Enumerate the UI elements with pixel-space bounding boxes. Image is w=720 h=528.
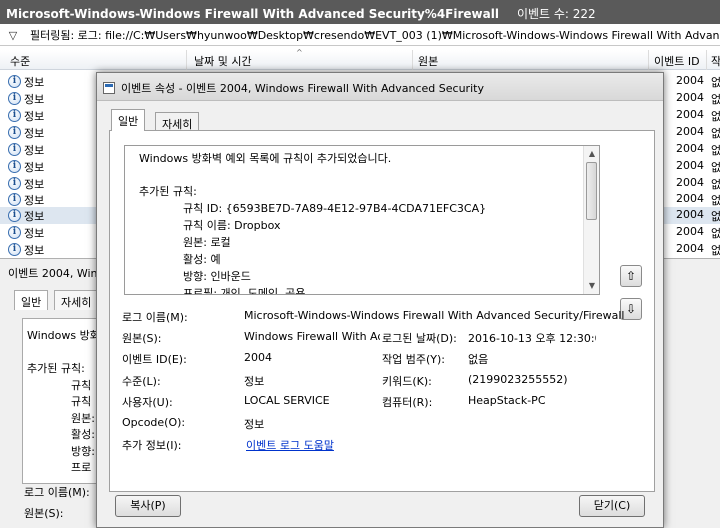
filter-text: 필터링됨: 로그: file://C:₩Users₩hyunwoo₩Deskto… bbox=[30, 29, 720, 42]
event-id-label: 이벤트 ID(E): bbox=[122, 353, 187, 366]
info-icon: i bbox=[8, 160, 21, 173]
bg-log-name-label: 로그 이름(M): bbox=[24, 486, 90, 499]
task-category-value[interactable]: 없음 bbox=[468, 351, 488, 367]
event-properties-dialog: 이벤트 속성 - 이벤트 2004, Windows Firewall With… bbox=[96, 72, 664, 528]
log-title: Microsoft-Windows-Windows Firewall With … bbox=[6, 7, 499, 21]
info-icon: i bbox=[8, 193, 21, 206]
dialog-title: 이벤트 속성 - 이벤트 2004, Windows Firewall With… bbox=[121, 82, 484, 95]
sort-arrow-icon: ^ bbox=[296, 48, 303, 57]
column-task[interactable]: 작 bbox=[711, 53, 720, 69]
keywords-label: 키워드(K): bbox=[382, 375, 432, 388]
tab-details-bg[interactable]: 자세히 bbox=[54, 290, 99, 310]
info-icon: i bbox=[8, 109, 21, 122]
info-icon: i bbox=[8, 243, 21, 256]
event-count: 이벤트 수: 222 bbox=[516, 7, 596, 21]
column-date[interactable]: 날짜 및 시간 bbox=[194, 53, 252, 69]
event-log-help-link[interactable]: 이벤트 로그 도움말 bbox=[246, 437, 334, 453]
info-icon: i bbox=[8, 177, 21, 190]
event-list-header: 수준 날짜 및 시간 ^ 원본 이벤트 ID 작 bbox=[0, 48, 720, 70]
event-viewer-icon bbox=[103, 82, 115, 94]
tab-general[interactable]: 일반 bbox=[111, 109, 146, 131]
copy-button[interactable]: 복사(P) bbox=[115, 495, 181, 517]
column-event-id[interactable]: 이벤트 ID bbox=[654, 53, 700, 69]
column-source[interactable]: 원본 bbox=[418, 53, 438, 69]
more-info-label: 추가 정보(I): bbox=[122, 439, 182, 452]
description-box[interactable]: Windows 방화벽 예외 목록에 규칙이 추가되었습니다. 추가된 규칙: … bbox=[124, 145, 600, 295]
general-panel: Windows 방화벽 예외 목록에 규칙이 추가되었습니다. 추가된 규칙: … bbox=[109, 130, 655, 492]
filter-bar: ▽ 필터링됨: 로그: file://C:₩Users₩hyunwoo₩Deskt… bbox=[0, 24, 720, 46]
log-name-value[interactable]: Microsoft-Windows-Windows Firewall With … bbox=[244, 309, 624, 322]
scroll-down-icon[interactable]: ▼ bbox=[584, 278, 599, 294]
info-icon: i bbox=[8, 143, 21, 156]
source-label: 원본(S): bbox=[122, 332, 162, 345]
bg-source-label: 원본(S): bbox=[24, 507, 64, 520]
filter-icon: ▽ bbox=[8, 29, 18, 42]
preview-title: 이벤트 2004, Wind bbox=[8, 267, 105, 280]
logged-label: 로그된 날짜(D): bbox=[382, 332, 457, 345]
task-category-label: 작업 범주(Y): bbox=[382, 353, 445, 366]
tab-details[interactable]: 자세히 bbox=[155, 112, 200, 132]
logged-value[interactable]: 2016-10-13 오후 12:30:06 bbox=[468, 330, 596, 346]
window-title-bar: Microsoft-Windows-Windows Firewall With … bbox=[0, 0, 720, 24]
tab-general-bg[interactable]: 일반 bbox=[14, 290, 49, 310]
close-button[interactable]: 닫기(C) bbox=[579, 495, 645, 517]
info-icon: i bbox=[8, 92, 21, 105]
level-label: 수준(L): bbox=[122, 375, 161, 388]
event-id-value[interactable]: 2004 bbox=[244, 351, 272, 364]
info-icon: i bbox=[8, 126, 21, 139]
opcode-label: Opcode(O): bbox=[122, 416, 186, 429]
computer-label: 컴퓨터(R): bbox=[382, 396, 433, 409]
previous-event-button[interactable]: ⇧ bbox=[620, 265, 642, 287]
user-label: 사용자(U): bbox=[122, 396, 173, 409]
user-value[interactable]: LOCAL SERVICE bbox=[244, 394, 330, 407]
info-icon: i bbox=[8, 226, 21, 239]
scroll-up-icon[interactable]: ▲ bbox=[584, 146, 599, 162]
source-value[interactable]: Windows Firewall With Adva bbox=[244, 330, 380, 343]
description-scrollbar[interactable]: ▲ ▼ bbox=[583, 146, 599, 294]
level-value[interactable]: 정보 bbox=[244, 373, 264, 389]
info-icon: i bbox=[8, 209, 21, 222]
column-level[interactable]: 수준 bbox=[10, 53, 30, 69]
opcode-value[interactable]: 정보 bbox=[244, 416, 264, 432]
keywords-value[interactable]: (2199023255552) bbox=[468, 373, 568, 386]
log-name-label: 로그 이름(M): bbox=[122, 311, 188, 324]
info-icon: i bbox=[8, 75, 21, 88]
scroll-thumb[interactable] bbox=[586, 162, 597, 220]
dialog-title-bar[interactable]: 이벤트 속성 - 이벤트 2004, Windows Firewall With… bbox=[97, 73, 663, 101]
computer-value[interactable]: HeapStack-PC bbox=[468, 394, 546, 407]
